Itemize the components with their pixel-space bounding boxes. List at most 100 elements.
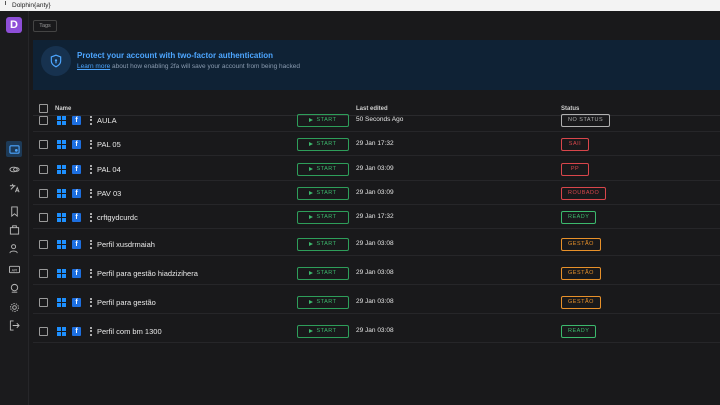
profile-name[interactable]: crftgydcurdc [97,213,138,222]
main-content: Tags Protect your account with two-facto… [30,11,720,405]
profile-name[interactable]: Perfil para gestão hiadzizihera [97,269,198,278]
play-icon [309,142,314,146]
banner-title: Protect your account with two-factor aut… [77,51,274,60]
start-button[interactable]: START [297,137,349,151]
facebook-icon: f [72,212,81,222]
logout-icon[interactable] [6,317,22,333]
row-menu-icon[interactable] [89,115,92,125]
extensions-icon[interactable] [6,280,22,296]
api-icon[interactable]: API [6,261,22,277]
facebook-icon: f [72,188,81,198]
windows-icon [57,239,66,249]
windows-icon [57,139,66,149]
learn-more-link[interactable]: Learn more [77,63,110,70]
table-row[interactable]: f Perfil com bm 1300 START 29 Jan 03:08 READ… [33,319,720,343]
status-badge[interactable]: SAII [561,137,589,151]
table-row[interactable]: f Perfil para gestão hiadzizihera START 29 … [33,261,720,285]
two-factor-banner: Protect your account with two-factor aut… [33,40,720,90]
start-button[interactable]: START [297,113,349,127]
play-icon [309,191,314,195]
status-badge[interactable]: NO STATUS [561,113,611,127]
play-icon [309,271,314,275]
table-row[interactable]: f AULA START 50 Seconds Ago NO STATUS [33,108,720,132]
status-badge[interactable]: PP [561,162,589,176]
browser-profiles-icon[interactable] [6,141,22,157]
row-menu-icon[interactable] [89,239,92,249]
row-checkbox[interactable] [39,139,48,149]
start-label: START [316,166,337,172]
start-button[interactable]: START [297,162,349,176]
last-edited: 29 Jan 03:09 [356,165,394,172]
tags-button[interactable]: Tags [33,20,57,32]
table-row[interactable]: f PAL 05 START 29 Jan 17:32 SAII [33,132,720,156]
facebook-icon: f [72,297,81,307]
shield-lock-icon [41,46,71,76]
windows-icon [57,188,66,198]
play-icon [309,242,314,246]
profile-name[interactable]: AULA [97,116,117,125]
profile-name[interactable]: PAV 03 [97,189,121,198]
status-badge[interactable]: READY [561,324,597,338]
status-badge[interactable]: GESTÃO [561,266,601,280]
proxy-icon[interactable] [6,161,22,177]
windows-icon [57,115,66,125]
row-menu-icon[interactable] [89,268,92,278]
windows-icon [57,297,66,307]
translate-icon[interactable] [6,180,22,196]
facebook-icon: f [72,115,81,125]
windows-icon [57,326,66,336]
briefcase-icon[interactable] [6,221,22,237]
bookmark-icon[interactable] [6,203,22,219]
app-small-icon [5,1,9,5]
row-menu-icon[interactable] [89,188,92,198]
start-button[interactable]: START [297,295,349,309]
settings-gear-icon[interactable] [6,299,22,315]
start-label: START [316,214,337,220]
start-button[interactable]: START [297,210,349,224]
windows-icon [57,268,66,278]
users-icon[interactable] [6,240,22,256]
table-row[interactable]: f PAL 04 START 29 Jan 03:09 PP [33,157,720,181]
profile-name[interactable]: Perfil para gestão [97,298,156,307]
row-menu-icon[interactable] [89,212,92,222]
start-label: START [316,328,337,334]
row-checkbox[interactable] [39,297,48,307]
table-row[interactable]: f PAV 03 START 29 Jan 03:09 ROUBADO [33,181,720,205]
start-button[interactable]: START [297,186,349,200]
row-checkbox[interactable] [39,268,48,278]
last-edited: 29 Jan 03:09 [356,189,394,196]
row-menu-icon[interactable] [89,297,92,307]
status-badge[interactable]: GESTÃO [561,295,601,309]
row-checkbox[interactable] [39,326,48,336]
row-checkbox[interactable] [39,164,48,174]
start-label: START [316,117,337,123]
sidebar: D API [0,11,29,405]
profile-name[interactable]: Perfil com bm 1300 [97,327,162,336]
svg-text:API: API [11,268,17,272]
row-menu-icon[interactable] [89,139,92,149]
window-titlebar: Dolphin{anty} [0,0,720,11]
table-row[interactable]: f crftgydcurdc START 29 Jan 17:32 READY [33,205,720,229]
row-checkbox[interactable] [39,188,48,198]
start-button[interactable]: START [297,237,349,251]
facebook-icon: f [72,268,81,278]
dolphin-logo[interactable]: D [6,17,22,33]
profile-name[interactable]: Perfil xusdrmaiah [97,240,155,249]
table-row[interactable]: f Perfil xusdrmaiah START 29 Jan 03:08 GESTÃ… [33,232,720,256]
windows-icon [57,212,66,222]
row-menu-icon[interactable] [89,326,92,336]
row-checkbox[interactable] [39,212,48,222]
row-menu-icon[interactable] [89,164,92,174]
row-checkbox[interactable] [39,115,48,125]
table-row[interactable]: f Perfil para gestão START 29 Jan 03:08 GEST… [33,290,720,314]
status-badge[interactable]: READY [561,210,597,224]
row-checkbox[interactable] [39,239,48,249]
status-badge[interactable]: GESTÃO [561,237,601,251]
start-button[interactable]: START [297,266,349,280]
last-edited: 29 Jan 03:08 [356,240,394,247]
profile-name[interactable]: PAL 05 [97,140,121,149]
last-edited: 50 Seconds Ago [356,116,404,123]
start-button[interactable]: START [297,324,349,338]
status-badge[interactable]: ROUBADO [561,186,607,200]
profile-name[interactable]: PAL 04 [97,165,121,174]
